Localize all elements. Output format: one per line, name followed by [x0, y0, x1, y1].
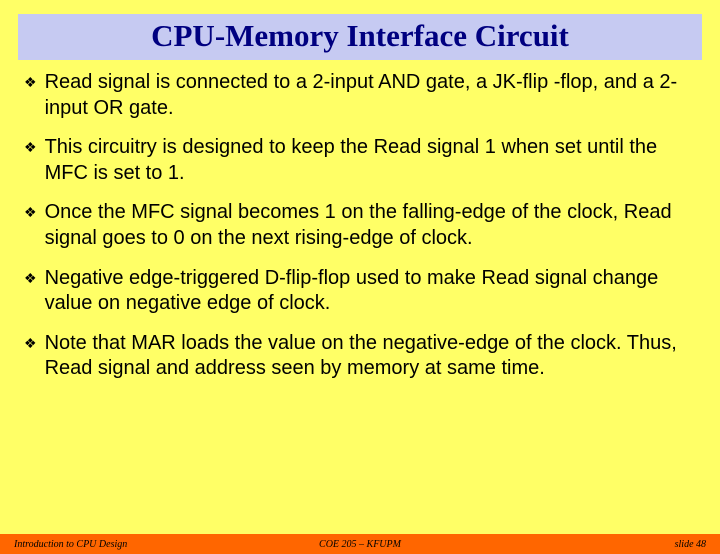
- footer-center: COE 205 – KFUPM: [245, 539, 476, 550]
- list-item: ❖ Read signal is connected to a 2-input …: [24, 70, 696, 121]
- list-item: ❖ Note that MAR loads the value on the n…: [24, 331, 696, 382]
- bullet-list: ❖ Read signal is connected to a 2-input …: [0, 60, 720, 382]
- bullet-text: This circuitry is designed to keep the R…: [45, 135, 696, 186]
- diamond-bullet-icon: ❖: [24, 139, 37, 157]
- footer-bar: Introduction to CPU Design COE 205 – KFU…: [0, 534, 720, 554]
- list-item: ❖ Once the MFC signal becomes 1 on the f…: [24, 200, 696, 251]
- footer-right: slide 48: [475, 539, 706, 550]
- list-item: ❖ This circuitry is designed to keep the…: [24, 135, 696, 186]
- page-title: CPU-Memory Interface Circuit: [18, 18, 702, 54]
- diamond-bullet-icon: ❖: [24, 204, 37, 222]
- bullet-text: Note that MAR loads the value on the neg…: [45, 331, 696, 382]
- diamond-bullet-icon: ❖: [24, 270, 37, 288]
- bullet-text: Read signal is connected to a 2-input AN…: [45, 70, 696, 121]
- bullet-text: Once the MFC signal becomes 1 on the fal…: [45, 200, 696, 251]
- diamond-bullet-icon: ❖: [24, 74, 37, 92]
- diamond-bullet-icon: ❖: [24, 335, 37, 353]
- bullet-text: Negative edge-triggered D-flip-flop used…: [45, 266, 696, 317]
- title-bar: CPU-Memory Interface Circuit: [18, 14, 702, 60]
- footer-left: Introduction to CPU Design: [14, 539, 245, 550]
- list-item: ❖ Negative edge-triggered D-flip-flop us…: [24, 266, 696, 317]
